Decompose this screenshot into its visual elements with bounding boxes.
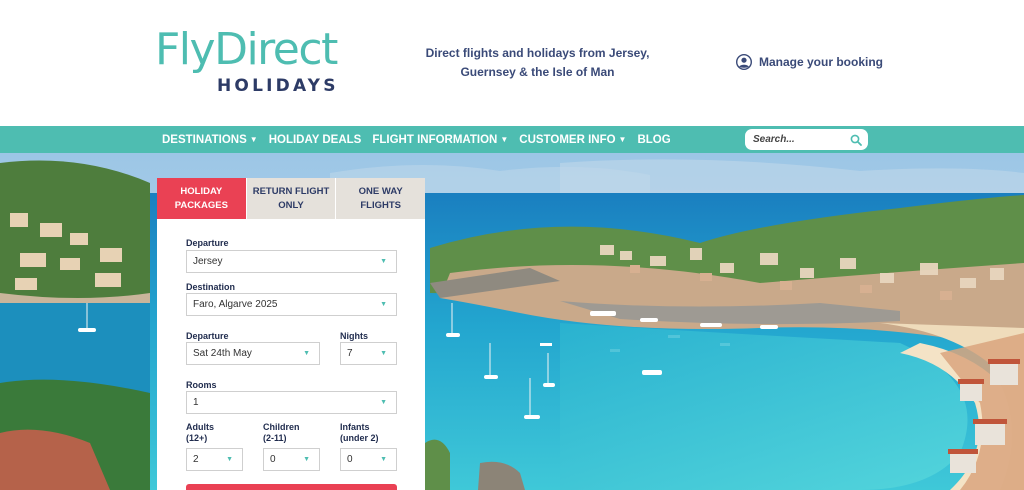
main-nav: DESTINATIONS ▼ HOLIDAY DEALS FLIGHT INFOR… [0, 126, 1024, 153]
destination-select[interactable]: Faro, Algarve 2025 ▼ [186, 293, 397, 316]
nav-item-blog[interactable]: BLOG [637, 134, 670, 146]
nav-label: CUSTOMER INFO [519, 133, 616, 146]
tab-label-line-2: FLIGHTS [360, 199, 401, 211]
tab-label: RETURN FLIGHT ONLY [253, 185, 330, 213]
nav-item-holiday-deals[interactable]: HOLIDAY DEALS [269, 134, 362, 146]
harbour-scene-illustration [0, 153, 1024, 490]
infants-value: 0 [347, 454, 353, 465]
infants-select[interactable]: 0 ▼ [340, 448, 397, 471]
search-icon[interactable] [850, 134, 862, 146]
header-tagline: Direct flights and holidays from Jersey,… [425, 44, 650, 82]
logo-subtitle: HOLIDAYS [217, 76, 339, 96]
chevron-down-icon: ▼ [380, 350, 387, 357]
tab-one-way-flights[interactable]: ONE WAY FLIGHTS [335, 178, 426, 219]
nights-value: 7 [347, 348, 353, 359]
children-label: Children (2-11) [263, 422, 300, 444]
nights-select[interactable]: 7 ▼ [340, 342, 397, 365]
manage-booking-link[interactable]: Manage your booking [736, 54, 883, 70]
caret-down-icon: ▼ [249, 135, 258, 144]
nights-label: Nights [340, 331, 368, 341]
departure-airport-select[interactable]: Jersey ▼ [186, 250, 397, 273]
search-input[interactable] [753, 134, 848, 145]
user-account-icon [736, 54, 752, 70]
logo-wordmark: FlyDirect [155, 24, 338, 75]
nav-label: DESTINATIONS [162, 133, 247, 146]
departure-airport-value: Jersey [193, 256, 223, 267]
chevron-down-icon: ▼ [226, 456, 233, 463]
brand-logo[interactable]: FlyDirect HOLIDAYS [155, 26, 355, 98]
nav-label: FLIGHT INFORMATION [372, 133, 498, 146]
chevron-down-icon: ▼ [380, 456, 387, 463]
chevron-down-icon: ▼ [380, 301, 387, 308]
adults-value: 2 [193, 454, 199, 465]
rooms-select[interactable]: 1 ▼ [186, 391, 397, 414]
departure-date-select[interactable]: Sat 24th May ▼ [186, 342, 320, 365]
destination-label: Destination [186, 282, 236, 292]
search-holidays-button[interactable] [186, 484, 397, 490]
caret-down-icon: ▼ [500, 135, 509, 144]
infants-label-line-1: Infants [340, 422, 370, 432]
departure-date-label: Departure [186, 331, 229, 341]
tab-label-line-2: PACKAGES [174, 199, 228, 211]
children-select[interactable]: 0 ▼ [263, 448, 320, 471]
tab-holiday-packages[interactable]: HOLIDAY PACKAGES [157, 178, 246, 219]
adults-label-line-1: Adults [186, 422, 214, 432]
children-label-line-2: (2-11) [263, 433, 287, 443]
tab-label: HOLIDAY PACKAGES [175, 185, 228, 213]
infants-label: Infants (under 2) [340, 422, 379, 444]
tagline-line-2: Guernsey & the Isle of Man [460, 65, 615, 79]
tab-label-line-1: HOLIDAY [180, 185, 223, 197]
rooms-label: Rooms [186, 380, 217, 390]
chevron-down-icon: ▼ [380, 399, 387, 406]
destination-value: Faro, Algarve 2025 [193, 299, 278, 310]
chevron-down-icon: ▼ [303, 350, 310, 357]
tab-label: ONE WAY FLIGHTS [359, 185, 403, 213]
booking-widget: HOLIDAY PACKAGES RETURN FLIGHT ONLY ONE WA… [157, 178, 426, 490]
tab-return-flight-only[interactable]: RETURN FLIGHT ONLY [245, 178, 336, 219]
caret-down-icon: ▼ [618, 135, 627, 144]
tagline-line-1: Direct flights and holidays from Jersey, [425, 46, 650, 60]
booking-tabs: HOLIDAY PACKAGES RETURN FLIGHT ONLY ONE WA… [157, 178, 426, 219]
children-value: 0 [270, 454, 276, 465]
infants-label-line-2: (under 2) [340, 433, 379, 443]
nav-item-customer-info[interactable]: CUSTOMER INFO ▼ [519, 134, 626, 146]
tab-label-line-1: RETURN FLIGHT [252, 185, 330, 197]
nav-label: HOLIDAY DEALS [268, 133, 362, 146]
nav-label: BLOG [637, 133, 671, 146]
manage-booking-label: Manage your booking [759, 55, 884, 69]
departure-date-value: Sat 24th May [193, 348, 252, 359]
adults-select[interactable]: 2 ▼ [186, 448, 243, 471]
tab-label-line-1: ONE WAY [358, 185, 403, 197]
search-box[interactable] [745, 129, 868, 150]
nav-item-destinations[interactable]: DESTINATIONS ▼ [162, 134, 258, 146]
departure-airport-label: Departure [186, 238, 229, 248]
chevron-down-icon: ▼ [303, 456, 310, 463]
chevron-down-icon: ▼ [380, 258, 387, 265]
rooms-value: 1 [193, 397, 199, 408]
children-label-line-1: Children [263, 422, 300, 432]
site-header: FlyDirect HOLIDAYS Direct flights and ho… [0, 0, 1024, 126]
nav-menu: DESTINATIONS ▼ HOLIDAY DEALS FLIGHT INFOR… [162, 126, 682, 153]
nav-item-flight-information[interactable]: FLIGHT INFORMATION ▼ [372, 134, 508, 146]
tab-label-line-2: ONLY [278, 199, 304, 211]
adults-label-line-2: (12+) [186, 433, 208, 443]
adults-label: Adults (12+) [186, 422, 214, 444]
hero-image [0, 153, 1024, 490]
